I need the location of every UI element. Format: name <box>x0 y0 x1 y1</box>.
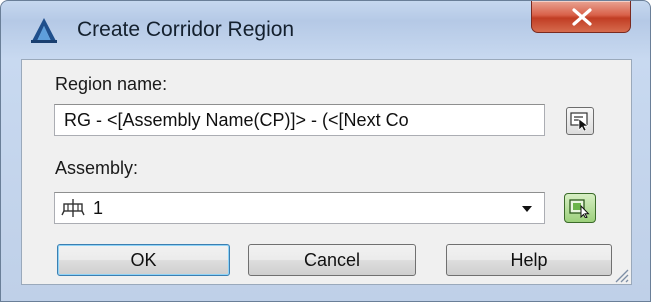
ok-button[interactable]: OK <box>57 244 230 276</box>
cancel-button[interactable]: Cancel <box>248 244 416 276</box>
assembly-icon <box>61 199 85 217</box>
civil3d-logo-icon <box>31 18 57 43</box>
edit-name-template-icon <box>570 112 589 131</box>
select-from-drawing-icon <box>569 199 590 218</box>
resize-grip-icon[interactable] <box>612 266 630 284</box>
help-button[interactable]: Help <box>446 244 612 276</box>
close-button[interactable] <box>531 1 631 33</box>
region-name-template-button[interactable] <box>566 107 594 135</box>
select-assembly-button[interactable] <box>564 193 596 223</box>
region-name-value: RG - <[Assembly Name(CP)]> - (<[Next Co <box>64 110 409 130</box>
region-name-input[interactable]: RG - <[Assembly Name(CP)]> - (<[Next Co <box>54 104 545 136</box>
assembly-selected-value: 1 <box>93 198 104 218</box>
assembly-label: Assembly: <box>55 158 139 178</box>
chevron-down-icon[interactable] <box>521 205 533 213</box>
title-bar[interactable]: Create Corridor Region <box>1 1 650 59</box>
close-icon <box>572 8 592 26</box>
region-name-label: Region name: <box>55 74 168 94</box>
dialog-body: Region name: RG - <[Assembly Name(CP)]> … <box>21 59 632 285</box>
assembly-dropdown[interactable]: 1 <box>54 192 545 224</box>
dialog-title: Create Corridor Region <box>77 18 295 41</box>
create-corridor-region-dialog: Create Corridor Region Region name: RG -… <box>0 0 651 302</box>
